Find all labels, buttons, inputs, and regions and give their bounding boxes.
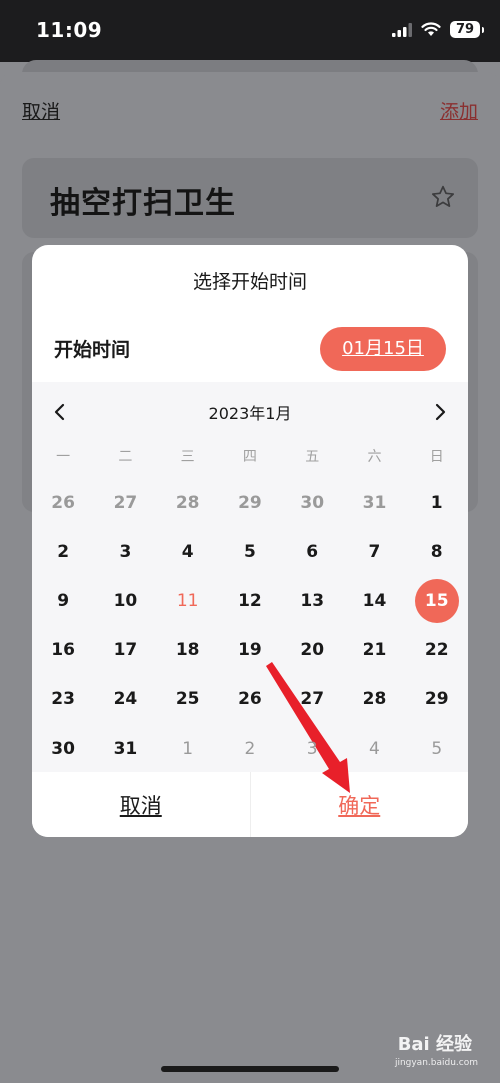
calendar-day-today[interactable]: 11 — [157, 576, 219, 625]
calendar-day[interactable]: 2 — [32, 527, 94, 576]
start-time-label: 开始时间 — [54, 339, 131, 361]
week-row: 23 24 25 26 27 28 29 — [32, 675, 468, 724]
home-indicator[interactable] — [161, 1066, 339, 1072]
calendar-day[interactable]: 6 — [281, 527, 343, 576]
calendar-day[interactable]: 27 — [281, 675, 343, 724]
calendar-day[interactable]: 22 — [406, 626, 468, 675]
calendar-day[interactable]: 30 — [32, 724, 94, 773]
task-title: 抽空打扫卫生 — [50, 186, 236, 221]
calendar-day[interactable]: 13 — [281, 576, 343, 625]
calendar-day[interactable]: 31 — [94, 724, 156, 773]
dialog-confirm-button[interactable]: 确定 — [251, 772, 469, 837]
week-row: 2 3 4 5 6 7 8 — [32, 527, 468, 576]
calendar-day[interactable]: 20 — [281, 626, 343, 675]
calendar-day-prev-month[interactable]: 29 — [219, 478, 281, 527]
calendar-day[interactable]: 7 — [343, 527, 405, 576]
calendar-day-prev-month[interactable]: 27 — [94, 478, 156, 527]
calendar-day[interactable]: 1 — [406, 478, 468, 527]
sheet-cancel-button[interactable]: 取消 — [22, 97, 60, 124]
calendar-day[interactable]: 10 — [94, 576, 156, 625]
calendar-day[interactable]: 3 — [94, 527, 156, 576]
calendar-day-next-month[interactable]: 5 — [406, 724, 468, 773]
week-row: 9 10 11 12 13 14 15 — [32, 576, 468, 625]
calendar-day-next-month[interactable]: 2 — [219, 724, 281, 773]
calendar-day-selected[interactable]: 15 — [406, 576, 468, 625]
cellular-signal-icon — [392, 22, 412, 37]
weekday-label: 日 — [429, 449, 444, 465]
weekday-label: 三 — [180, 449, 195, 465]
calendar-day[interactable]: 24 — [94, 675, 156, 724]
date-picker-dialog: 选择开始时间 开始时间 01月15日 2023年1月 一 二 三 四 五 六 日… — [32, 245, 468, 837]
calendar-day[interactable]: 17 — [94, 626, 156, 675]
status-time: 11:09 — [36, 18, 103, 42]
calendar-day[interactable]: 14 — [343, 576, 405, 625]
baidu-watermark: Bai 经验 — [397, 1034, 472, 1055]
calendar-day[interactable]: 25 — [157, 675, 219, 724]
calendar-day[interactable]: 29 — [406, 675, 468, 724]
next-month-icon[interactable] — [426, 398, 454, 426]
calendar-day-prev-month[interactable]: 31 — [343, 478, 405, 527]
battery-indicator: 79 — [450, 21, 484, 38]
calendar-day-next-month[interactable]: 1 — [157, 724, 219, 773]
weekday-label: 六 — [367, 449, 382, 465]
calendar-day[interactable]: 26 — [219, 675, 281, 724]
calendar-day[interactable]: 9 — [32, 576, 94, 625]
weekday-label: 五 — [305, 449, 320, 465]
calendar-day[interactable]: 5 — [219, 527, 281, 576]
status-bar: 11:09 79 — [0, 0, 500, 62]
weekday-label: 一 — [56, 449, 71, 465]
calendar-day[interactable]: 8 — [406, 527, 468, 576]
calendar-day[interactable]: 23 — [32, 675, 94, 724]
week-row: 26 27 28 29 30 31 1 — [32, 478, 468, 527]
calendar-day[interactable]: 4 — [157, 527, 219, 576]
calendar-day[interactable]: 12 — [219, 576, 281, 625]
week-row: 16 17 18 19 20 21 22 — [32, 626, 468, 675]
dialog-cancel-button[interactable]: 取消 — [32, 772, 251, 837]
status-icons: 79 — [392, 21, 484, 38]
sheet-add-button[interactable]: 添加 — [440, 97, 478, 124]
calendar-day[interactable]: 19 — [219, 626, 281, 675]
calendar-day-next-month[interactable]: 3 — [281, 724, 343, 773]
dialog-title: 选择开始时间 — [192, 271, 307, 293]
calendar-day[interactable]: 16 — [32, 626, 94, 675]
calendar-day-prev-month[interactable]: 28 — [157, 478, 219, 527]
calendar-day[interactable]: 21 — [343, 626, 405, 675]
selected-date-pill[interactable]: 01月15日 — [320, 327, 446, 371]
calendar-day[interactable]: 18 — [157, 626, 219, 675]
weekday-label: 二 — [118, 449, 133, 465]
month-title: 2023年1月 — [208, 404, 292, 423]
calendar-day[interactable]: 28 — [343, 675, 405, 724]
calendar-day-next-month[interactable]: 4 — [343, 724, 405, 773]
calendar: 2023年1月 一 二 三 四 五 六 日 26 27 28 29 30 31 … — [32, 382, 468, 772]
weekday-label: 四 — [242, 449, 257, 465]
baidu-watermark-url: jingyan.baidu.com — [394, 1058, 478, 1068]
calendar-day-prev-month[interactable]: 26 — [32, 478, 94, 527]
weekday-header: 一 二 三 四 五 六 日 — [32, 446, 468, 466]
dialog-footer: 取消 确定 — [32, 772, 468, 837]
star-icon[interactable] — [430, 184, 456, 210]
week-row: 30 31 1 2 3 4 5 — [32, 724, 468, 773]
calendar-day-prev-month[interactable]: 30 — [281, 478, 343, 527]
wifi-icon — [421, 22, 441, 36]
day-grid: 26 27 28 29 30 31 1 2 3 4 5 6 7 8 9 10 1… — [32, 478, 468, 773]
task-title-card: 抽空打扫卫生 — [22, 158, 478, 238]
